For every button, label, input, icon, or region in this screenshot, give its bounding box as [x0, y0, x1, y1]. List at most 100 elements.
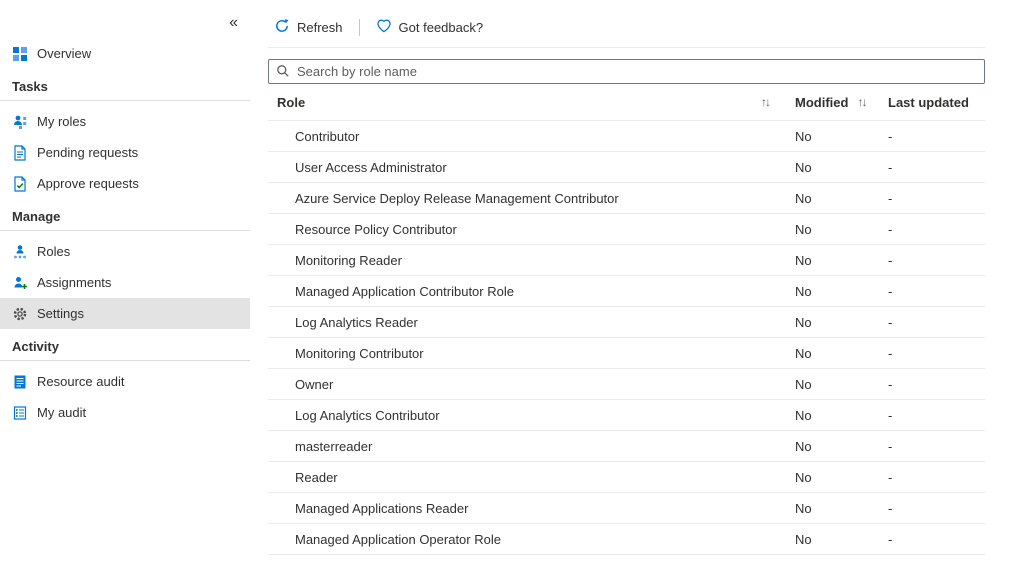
heart-icon: [376, 18, 392, 37]
sidebar-item-label: Settings: [37, 306, 84, 321]
sidebar-item-label: Overview: [37, 46, 91, 61]
overview-icon: [12, 46, 28, 62]
row-updated: -: [888, 284, 985, 299]
table-row[interactable]: Managed Application Contributor Role No …: [268, 276, 985, 307]
row-role: User Access Administrator: [268, 160, 759, 175]
document-icon: [12, 145, 28, 161]
row-role: Log Analytics Reader: [268, 315, 759, 330]
document-check-icon: [12, 176, 28, 192]
search-container: [268, 59, 985, 84]
row-role: Log Analytics Contributor: [268, 408, 759, 423]
role-sort-button[interactable]: ↑↓: [759, 94, 795, 110]
table-row[interactable]: Contributor No -: [268, 121, 985, 152]
sidebar-item-pending-requests[interactable]: Pending requests: [0, 137, 250, 168]
row-modified: No: [795, 284, 888, 299]
table-row[interactable]: Resource Policy Contributor No -: [268, 214, 985, 245]
search-icon: [276, 64, 290, 81]
row-modified: No: [795, 191, 888, 206]
row-modified: No: [795, 160, 888, 175]
main-content: Refresh Got feedback? Role ↑↓ Modified ↑…: [250, 0, 1011, 587]
table-row[interactable]: Monitoring Contributor No -: [268, 338, 985, 369]
row-updated: -: [888, 253, 985, 268]
sidebar-item-overview[interactable]: Overview: [0, 38, 250, 69]
column-header-role: Role: [268, 95, 759, 110]
sidebar-item-label: My audit: [37, 405, 86, 420]
command-bar: Refresh Got feedback?: [268, 12, 985, 42]
row-updated: -: [888, 470, 985, 485]
sidebar-item-approve-requests[interactable]: Approve requests: [0, 168, 250, 199]
row-updated: -: [888, 222, 985, 237]
search-input[interactable]: [268, 59, 985, 84]
row-modified: No: [795, 439, 888, 454]
row-updated: -: [888, 346, 985, 361]
modified-sort-button[interactable]: ↑↓: [855, 94, 867, 110]
row-updated: -: [888, 408, 985, 423]
sidebar-item-resource-audit[interactable]: Resource audit: [0, 366, 250, 397]
column-header-last-updated: Last updated: [888, 95, 985, 110]
table-row[interactable]: Managed Application Operator Role No -: [268, 524, 985, 555]
sidebar-section-tasks: Tasks: [0, 69, 250, 101]
person-plus-icon: [12, 275, 28, 291]
row-updated: -: [888, 315, 985, 330]
table-row[interactable]: masterreader No -: [268, 431, 985, 462]
sidebar-item-label: Approve requests: [37, 176, 139, 191]
table-row[interactable]: Managed Applications Reader No -: [268, 493, 985, 524]
row-role: Managed Application Contributor Role: [268, 284, 759, 299]
toolbar-separator: [359, 19, 360, 36]
person-org-icon: [12, 244, 28, 260]
sidebar-item-my-roles[interactable]: My roles: [0, 106, 250, 137]
table-row[interactable]: Reader No -: [268, 462, 985, 493]
row-modified: No: [795, 315, 888, 330]
table-body: Contributor No - User Access Administrat…: [268, 121, 985, 555]
table-row[interactable]: Log Analytics Contributor No -: [268, 400, 985, 431]
row-role: Owner: [268, 377, 759, 392]
column-header-modified: Modified: [795, 95, 848, 110]
toolbar-divider: [268, 47, 985, 48]
sidebar-item-label: Pending requests: [37, 145, 138, 160]
row-updated: -: [888, 439, 985, 454]
row-updated: -: [888, 377, 985, 392]
row-modified: No: [795, 408, 888, 423]
collapse-sidebar-icon[interactable]: «: [221, 12, 246, 34]
sidebar-item-label: My roles: [37, 114, 86, 129]
sidebar-item-settings[interactable]: Settings: [0, 298, 250, 329]
person-hierarchy-icon: [12, 114, 28, 130]
table-row[interactable]: Azure Service Deploy Release Management …: [268, 183, 985, 214]
sidebar-section-manage: Manage: [0, 199, 250, 231]
table-row[interactable]: Owner No -: [268, 369, 985, 400]
sidebar-item-label: Resource audit: [37, 374, 124, 389]
sidebar-item-my-audit[interactable]: My audit: [0, 397, 250, 428]
feedback-label: Got feedback?: [399, 20, 484, 35]
row-updated: -: [888, 160, 985, 175]
sidebar-item-roles[interactable]: Roles: [0, 236, 250, 267]
feedback-button[interactable]: Got feedback?: [370, 14, 490, 41]
row-role: Reader: [268, 470, 759, 485]
row-role: masterreader: [268, 439, 759, 454]
sidebar-item-assignments[interactable]: Assignments: [0, 267, 250, 298]
row-modified: No: [795, 377, 888, 392]
table-row[interactable]: Monitoring Reader No -: [268, 245, 985, 276]
row-modified: No: [795, 129, 888, 144]
row-role: Monitoring Reader: [268, 253, 759, 268]
row-role: Monitoring Contributor: [268, 346, 759, 361]
log-list-icon: [12, 374, 28, 390]
row-updated: -: [888, 129, 985, 144]
row-role: Managed Application Operator Role: [268, 532, 759, 547]
row-role: Resource Policy Contributor: [268, 222, 759, 237]
gear-icon: [12, 306, 28, 322]
row-modified: No: [795, 346, 888, 361]
sidebar-item-label: Roles: [37, 244, 70, 259]
row-updated: -: [888, 191, 985, 206]
refresh-button[interactable]: Refresh: [268, 14, 349, 41]
row-role: Managed Applications Reader: [268, 501, 759, 516]
table-row[interactable]: User Access Administrator No -: [268, 152, 985, 183]
row-role: Azure Service Deploy Release Management …: [268, 191, 759, 206]
table-header: Role ↑↓ Modified ↑↓ Last updated: [268, 84, 985, 121]
sidebar-section-activity: Activity: [0, 329, 250, 361]
row-updated: -: [888, 532, 985, 547]
refresh-label: Refresh: [297, 20, 343, 35]
table-row[interactable]: Log Analytics Reader No -: [268, 307, 985, 338]
row-modified: No: [795, 532, 888, 547]
row-modified: No: [795, 470, 888, 485]
row-role: Contributor: [268, 129, 759, 144]
